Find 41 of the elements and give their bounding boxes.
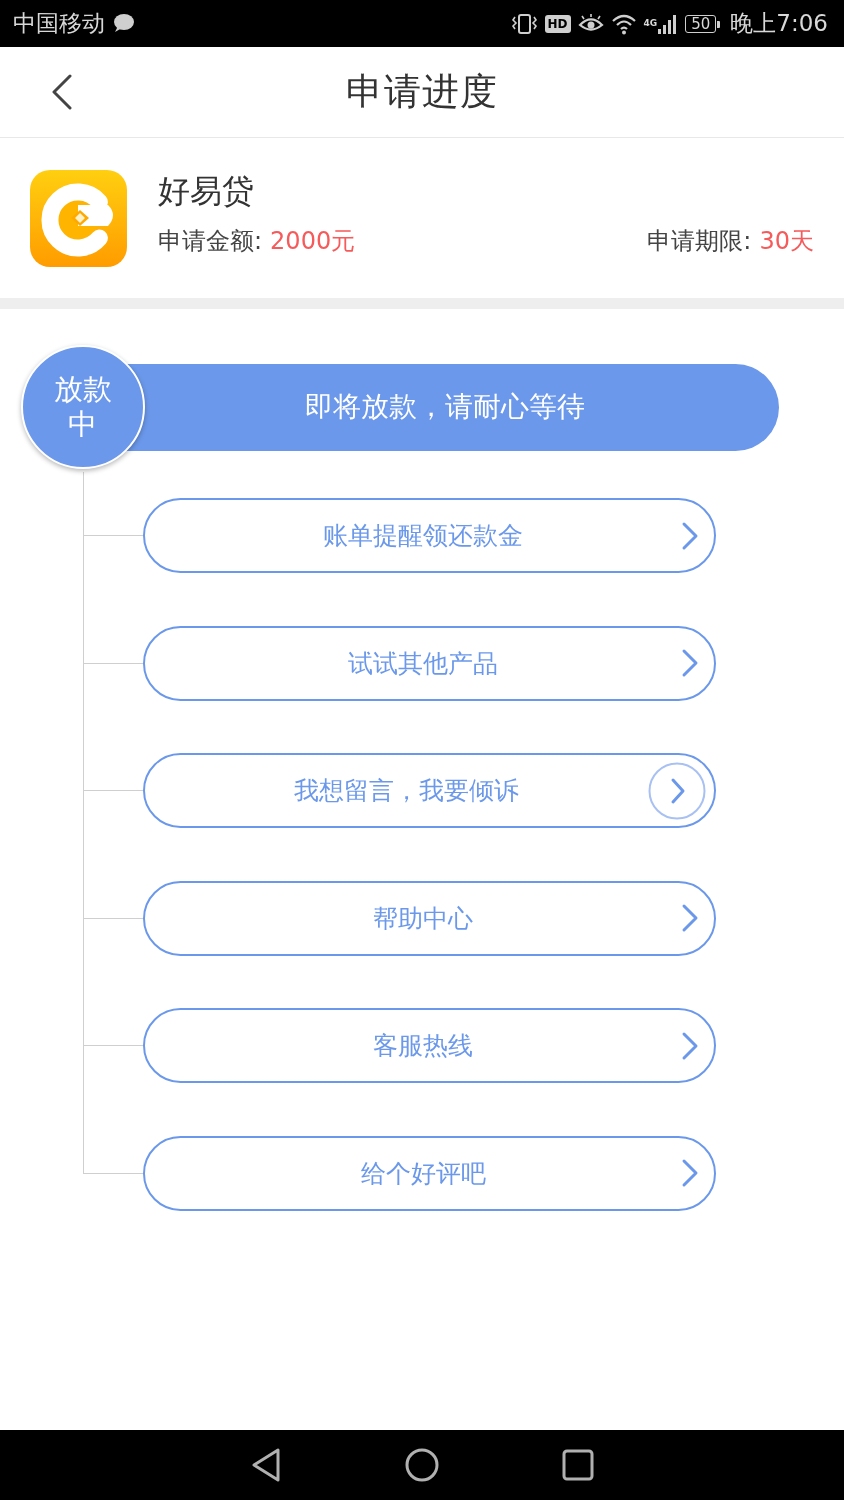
tree-trunk-line [83, 918, 84, 982]
tree-trunk-line [83, 791, 84, 855]
tree-branch-line [83, 472, 143, 537]
hd-badge: HD [544, 14, 571, 33]
action-button[interactable]: 试试其他产品 [143, 625, 716, 701]
battery-indicator: 50 [685, 14, 717, 33]
square-recents-icon [562, 1449, 594, 1481]
app-logo-icon [30, 169, 127, 267]
action-button[interactable]: 我想留言，我要倾诉 [143, 753, 716, 829]
chat-bubble-icon [112, 14, 134, 33]
tree-trunk-line [83, 1046, 84, 1110]
signal-icon [658, 13, 679, 34]
recents-nav-button[interactable] [562, 1449, 594, 1481]
action-button[interactable]: 给个好评吧 [143, 1135, 716, 1211]
clock-time: 晚上7:06 [730, 9, 828, 38]
action-button[interactable]: 帮助中心 [143, 880, 716, 956]
home-nav-button[interactable] [405, 1448, 439, 1482]
tree-trunk-line [83, 663, 84, 727]
tree-branch-line [83, 727, 143, 792]
action-button[interactable]: 账单提醒领还款金 [143, 498, 716, 574]
tree-branch-line [83, 854, 143, 919]
tree-branch-line [83, 599, 143, 664]
tree-trunk-line [83, 536, 84, 600]
term-label: 申请期限: [647, 226, 752, 256]
vibrate-icon [510, 12, 538, 35]
amount-value: 2000元 [270, 226, 356, 256]
amount-label: 申请金额: [158, 226, 263, 256]
wifi-icon [610, 12, 637, 35]
product-name: 好易贷 [158, 172, 254, 210]
network-type-label: 4G [643, 18, 658, 28]
eye-icon [577, 13, 604, 34]
page-title: 申请进度 [346, 69, 498, 115]
back-chevron-icon [52, 74, 72, 110]
term-value: 30天 [759, 226, 814, 256]
action-button[interactable]: 客服热线 [143, 1008, 716, 1084]
triangle-back-icon [251, 1448, 281, 1482]
back-nav-button[interactable] [251, 1448, 281, 1482]
circle-home-icon [405, 1448, 439, 1482]
tree-branch-line [83, 982, 143, 1047]
tree-branch-line [83, 1109, 143, 1174]
carrier-name: 中国移动 [13, 9, 105, 38]
